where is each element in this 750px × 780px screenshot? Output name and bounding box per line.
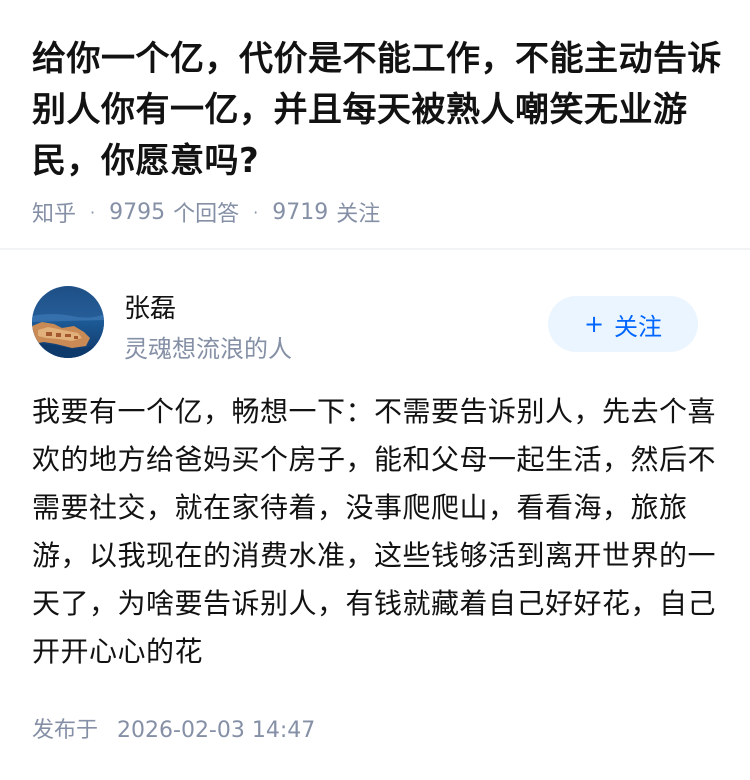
avatar[interactable] xyxy=(32,286,104,358)
follower-label: 关注 xyxy=(336,202,381,227)
source-label[interactable]: 知乎 xyxy=(32,196,76,228)
answer-count: 9795 xyxy=(109,199,166,225)
publish-label: 发布于 xyxy=(32,718,99,743)
publish-timestamp: 2026-02-03 14:47 xyxy=(117,718,316,743)
answer-page: 给你一个亿，代价是不能工作，不能主动告诉别人你有一亿，并且每天被熟人嘲笑无业游民… xyxy=(0,0,750,780)
answer-content[interactable]: 我要有一个亿，畅想一下：不需要告诉别人，先去个喜欢的地方给爸妈买个房子，能和父母… xyxy=(32,388,720,676)
question-meta: 知乎 · 9795 个回答 · 9719 关注 xyxy=(32,196,380,228)
separator-dot: · xyxy=(253,202,259,222)
coastal-town-photo-icon xyxy=(32,286,104,358)
follower-count: 9719 xyxy=(272,199,329,225)
plus-icon: + xyxy=(583,310,605,338)
publish-time: 发布于 2026-02-03 14:47 xyxy=(32,712,315,744)
answer-count-label: 个回答 xyxy=(173,202,240,227)
follow-button[interactable]: + 关注 xyxy=(548,296,698,352)
question-title[interactable]: 给你一个亿，代价是不能工作，不能主动告诉别人你有一亿，并且每天被熟人嘲笑无业游民… xyxy=(32,34,726,187)
section-divider xyxy=(0,248,750,250)
separator-dot: · xyxy=(90,202,96,222)
question-header: 给你一个亿，代价是不能工作，不能主动告诉别人你有一亿，并且每天被熟人嘲笑无业游民… xyxy=(32,34,726,187)
author-bio: 灵魂想流浪的人 xyxy=(124,335,292,363)
follow-button-label: 关注 xyxy=(614,312,663,341)
author-name[interactable]: 张磊 xyxy=(124,288,176,325)
